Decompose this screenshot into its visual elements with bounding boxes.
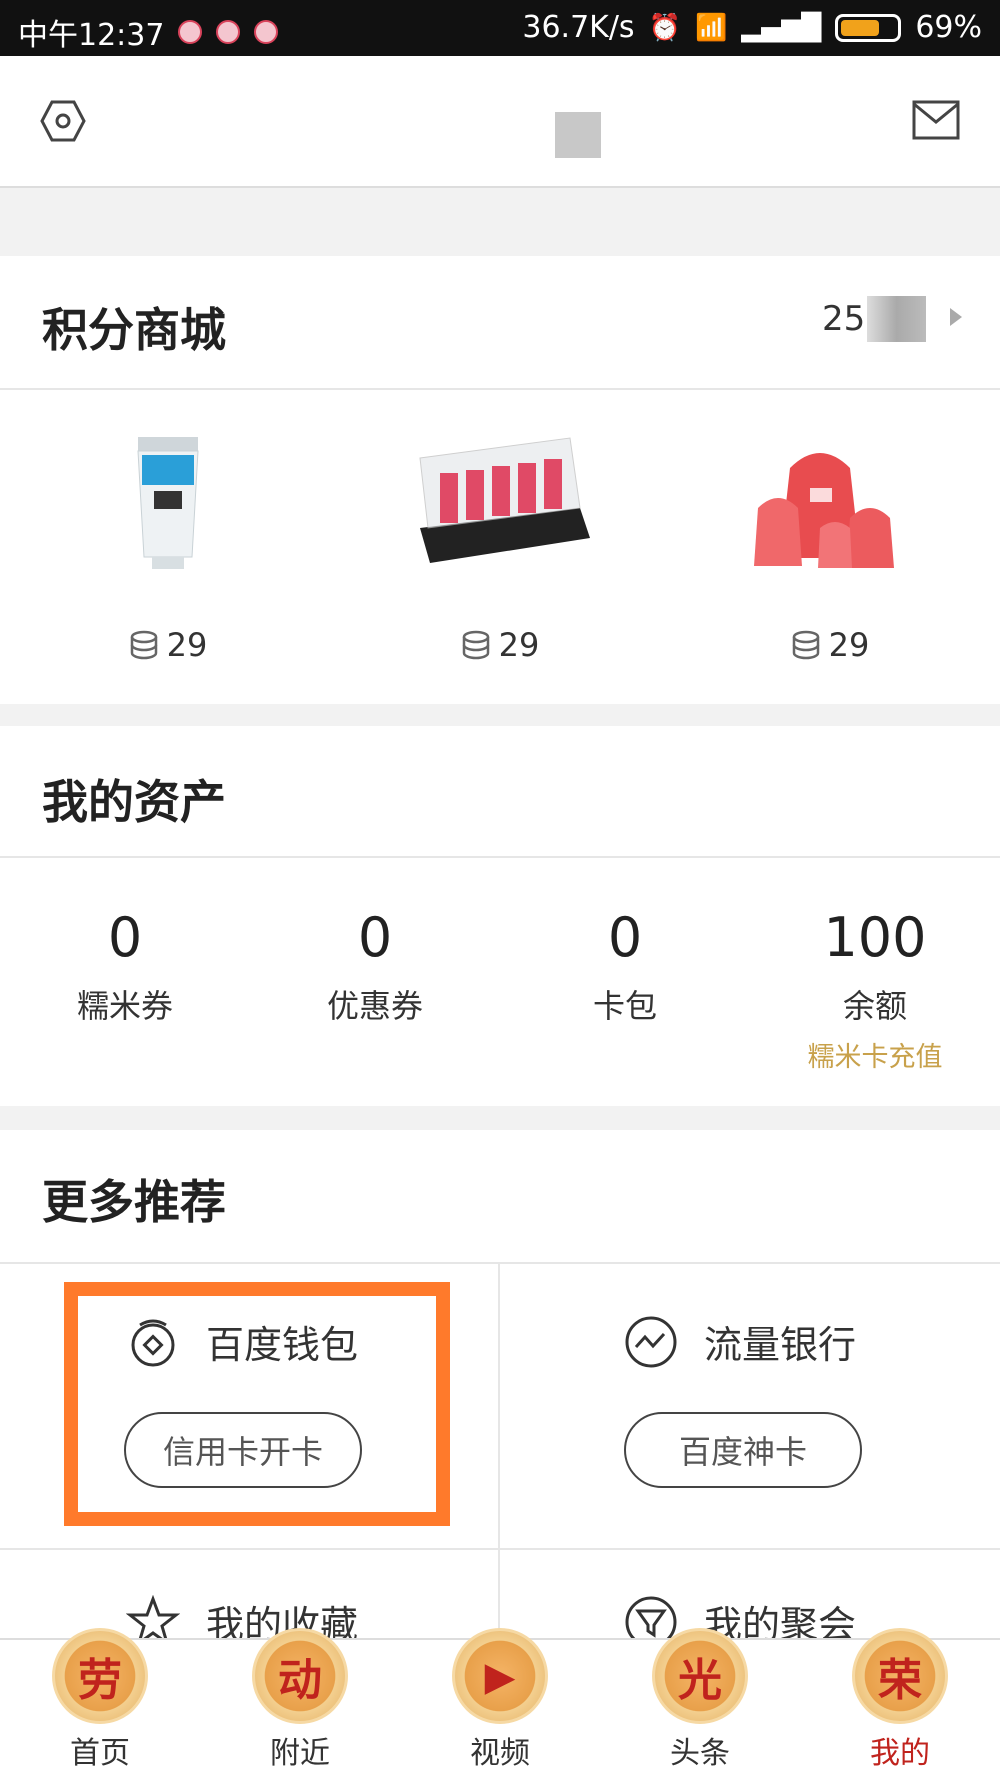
divider bbox=[0, 856, 1000, 858]
divider-vertical bbox=[498, 1264, 500, 1654]
product-item[interactable]: 29 bbox=[390, 418, 610, 664]
asset-coupon[interactable]: 0 优惠券 bbox=[250, 906, 500, 1027]
coin-icon bbox=[792, 630, 819, 660]
mail-icon[interactable] bbox=[912, 100, 960, 140]
product-image[interactable] bbox=[720, 418, 940, 588]
battery-icon bbox=[835, 13, 902, 42]
nearby-icon: 动 bbox=[252, 1628, 348, 1724]
trend-chart-icon bbox=[625, 1316, 677, 1367]
points-mall-section: 积分商城 25 29 29 29 bbox=[0, 256, 1000, 704]
bottom-nav: 劳 首页 动 附近 ▶ 视频 光 头条 荣 我的 bbox=[0, 1628, 1000, 1778]
points-balance[interactable]: 25 bbox=[822, 296, 926, 342]
nav-headlines[interactable]: 光 头条 bbox=[600, 1628, 800, 1772]
coin-icon bbox=[130, 630, 157, 660]
product-image[interactable] bbox=[390, 418, 610, 588]
nav-label: 头条 bbox=[670, 1736, 730, 1771]
battery-fill bbox=[841, 19, 879, 36]
my-assets-section: 我的资产 0 糯米券 0 优惠券 0 卡包 100 余额 糯米卡充值 bbox=[0, 726, 1000, 1106]
points-mall-title: 积分商城 bbox=[42, 303, 226, 357]
nav-video[interactable]: ▶ 视频 bbox=[400, 1628, 600, 1772]
profile-header bbox=[0, 56, 1000, 188]
notification-icon bbox=[254, 20, 279, 44]
recharge-link[interactable]: 糯米卡充值 bbox=[750, 1035, 1000, 1074]
battery-percent: 69% bbox=[915, 10, 982, 45]
product-item[interactable]: 29 bbox=[720, 418, 940, 664]
asset-card-wallet[interactable]: 0 卡包 bbox=[500, 906, 750, 1027]
product-price: 29 bbox=[390, 626, 610, 664]
lipstick-set-image bbox=[419, 437, 590, 563]
nav-label: 附近 bbox=[270, 1736, 330, 1771]
signal-icon: ▂▄▆█ bbox=[741, 12, 822, 43]
price-value: 29 bbox=[166, 626, 208, 664]
asset-label: 优惠券 bbox=[326, 987, 423, 1025]
home-icon: 劳 bbox=[52, 1628, 148, 1724]
nav-label: 我的 bbox=[870, 1736, 930, 1771]
nav-nearby[interactable]: 动 附近 bbox=[200, 1628, 400, 1772]
status-bar: 中午12:37 36.7K/s ⏰ 📶 ▂▄▆█ 69% bbox=[0, 0, 1000, 56]
recommendations-title: 更多推荐 bbox=[42, 1175, 226, 1229]
asset-label: 卡包 bbox=[592, 987, 657, 1025]
play-icon: ▶ bbox=[452, 1628, 548, 1724]
nav-label: 首页 bbox=[70, 1736, 130, 1771]
asset-value: 0 bbox=[357, 906, 393, 969]
drawstring-bags-image bbox=[754, 453, 894, 568]
milk-cleanser-image bbox=[137, 437, 199, 569]
points-value: 25 bbox=[822, 299, 866, 339]
nav-home[interactable]: 劳 首页 bbox=[0, 1628, 200, 1772]
asset-label: 余额 bbox=[842, 987, 907, 1025]
divider bbox=[0, 1262, 1000, 1264]
reco-label: 流量银行 bbox=[704, 1323, 857, 1367]
price-value: 29 bbox=[828, 626, 870, 664]
points-blur bbox=[867, 296, 926, 342]
status-time: 中午12:37 bbox=[18, 18, 165, 53]
chevron-right-icon[interactable] bbox=[950, 308, 962, 326]
asset-value: 0 bbox=[107, 906, 143, 969]
nav-label: 视频 bbox=[470, 1736, 530, 1771]
coin-icon bbox=[462, 630, 489, 660]
assets-title: 我的资产 bbox=[42, 775, 226, 829]
product-item[interactable]: 29 bbox=[58, 418, 278, 664]
asset-nuomi-coupon[interactable]: 0 糯米券 bbox=[0, 906, 250, 1027]
nav-mine[interactable]: 荣 我的 bbox=[800, 1628, 1000, 1772]
status-right: 36.7K/s ⏰ 📶 ▂▄▆█ 69% bbox=[522, 10, 982, 45]
asset-label: 糯米券 bbox=[76, 987, 173, 1025]
divider bbox=[0, 1548, 1000, 1550]
product-price: 29 bbox=[720, 626, 940, 664]
asset-value: 0 bbox=[607, 906, 643, 969]
notification-icon bbox=[178, 20, 203, 44]
product-image[interactable] bbox=[58, 418, 278, 588]
divider bbox=[0, 388, 1000, 390]
traffic-bank-entry[interactable]: 流量银行 bbox=[624, 1314, 856, 1369]
alarm-icon: ⏰ bbox=[648, 12, 681, 43]
headlines-icon: 光 bbox=[652, 1628, 748, 1724]
highlight-annotation bbox=[64, 1282, 450, 1526]
price-value: 29 bbox=[498, 626, 540, 664]
product-price: 29 bbox=[58, 626, 278, 664]
notification-icon bbox=[216, 20, 241, 44]
baidu-card-button[interactable]: 百度神卡 bbox=[624, 1412, 862, 1488]
network-speed: 36.7K/s bbox=[522, 10, 635, 45]
asset-balance[interactable]: 100 余额 糯米卡充值 bbox=[750, 906, 1000, 1074]
avatar[interactable] bbox=[555, 112, 601, 158]
asset-value: 100 bbox=[823, 906, 927, 969]
mine-icon: 荣 bbox=[852, 1628, 948, 1724]
status-left: 中午12:37 bbox=[18, 10, 279, 54]
wifi-icon: 📶 bbox=[694, 12, 728, 43]
settings-icon[interactable] bbox=[40, 98, 86, 144]
